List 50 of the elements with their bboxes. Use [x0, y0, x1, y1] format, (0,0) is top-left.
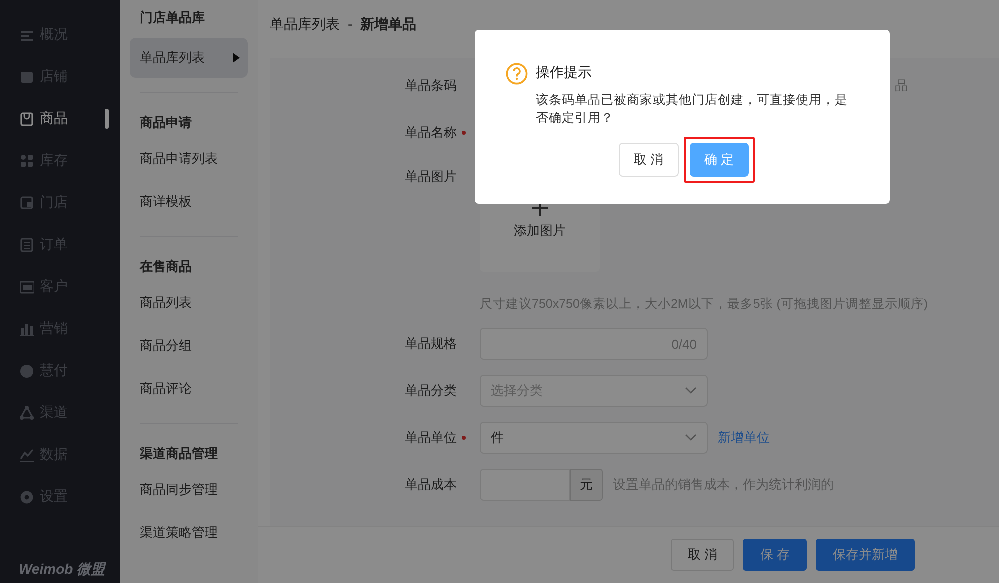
active-indicator [105, 109, 109, 129]
submenu-item[interactable]: 单品库列表 [130, 38, 248, 78]
document-icon [20, 238, 34, 252]
add-unit-link[interactable]: 新增单位 [718, 429, 770, 447]
field-label: 单品成本 [405, 476, 457, 494]
group-title: 门店单品库 [139, 9, 206, 27]
unit-addon: 元 [570, 469, 603, 501]
submenu-item[interactable]: 商品申请列表 [130, 139, 248, 179]
field-label: 单品名称 [405, 124, 457, 142]
bag-icon [20, 112, 34, 126]
submenu-item[interactable]: 商品评论 [130, 369, 248, 409]
line-chart-icon [20, 448, 34, 462]
grid-icon [20, 154, 34, 168]
breadcrumb-link[interactable]: 单品库列表 [270, 16, 340, 32]
logo: Weimob 微盟 [18, 561, 106, 579]
caret-icon [233, 53, 240, 63]
group-title: 在售商品 [138, 258, 193, 276]
input-field[interactable]: 0/40 [480, 328, 708, 360]
cancel-button[interactable]: 取 消 [618, 143, 678, 177]
submenu-item[interactable]: 商品同步管理 [130, 470, 248, 510]
select-field[interactable]: 件 [480, 422, 708, 454]
save-button[interactable]: 保存并新增 [816, 539, 915, 571]
network-icon [20, 406, 34, 420]
confirm-button[interactable]: 确 定 [690, 143, 750, 177]
cancel-button[interactable]: 取 消 [670, 539, 734, 571]
submenu-item[interactable]: 渠道策略管理 [130, 513, 248, 553]
submenu-item[interactable]: 商详模板 [130, 182, 248, 222]
gear-icon [20, 490, 34, 504]
character-counter: 0/40 [672, 336, 697, 352]
field-label: 单品条码 [405, 77, 457, 95]
submenu-item[interactable]: 商品分组 [130, 326, 248, 366]
field-label: 单品规格 [405, 335, 457, 353]
breadcrumb-separator: - [348, 16, 353, 32]
dialog-message: 该条码单品已被商家或其他门店创建，可直接使用，是否确定引用？ [536, 92, 848, 127]
save-button[interactable]: 保 存 [743, 539, 807, 571]
chevron-down-icon [685, 387, 697, 395]
dialog-title: 操作提示 [536, 64, 593, 82]
bar-chart-icon [20, 322, 34, 336]
breadcrumb-current: 新增单品 [360, 16, 417, 32]
question-icon [506, 63, 528, 85]
card-icon [20, 280, 34, 294]
field-label: 单品单位 [405, 429, 457, 447]
input-field[interactable] [480, 469, 570, 501]
field-label: 单品图片 [405, 168, 457, 186]
group-title: 商品申请 [139, 114, 193, 132]
submenu-item[interactable]: 商品列表 [130, 283, 248, 323]
group-title: 渠道商品管理 [139, 445, 219, 463]
chevron-down-icon [685, 434, 697, 442]
nav-item[interactable]: 商品 [0, 98, 120, 140]
field-label: 单品分类 [405, 382, 457, 400]
